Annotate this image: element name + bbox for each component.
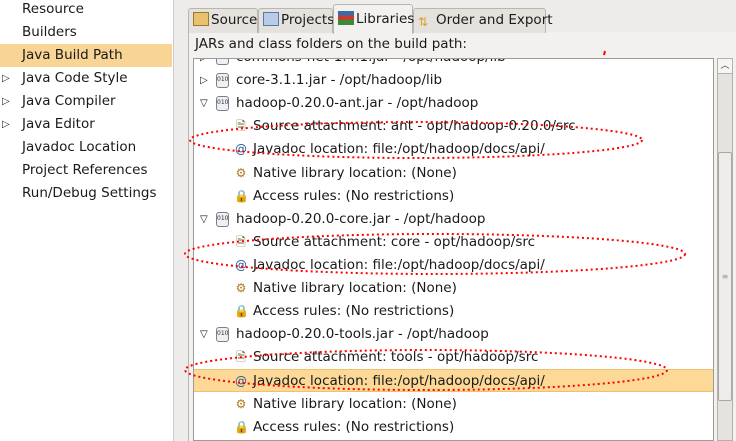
tree-item-label: hadoop-0.20.0-ant.jar - /opt/hadoop	[236, 95, 479, 112]
tree-item-label: Source attachment: tools - opt/hadoop/sr…	[253, 349, 539, 366]
jar-row[interactable]: ▽ 010 hadoop-0.20.0-ant.jar - /opt/hadoop	[194, 92, 713, 115]
tree-child-row[interactable]: 🔒 Access rules: (No restrictions)	[194, 300, 713, 323]
scroll-up-button[interactable]: ︿	[718, 59, 732, 74]
source-folder-icon	[193, 12, 209, 26]
access-rules-icon: 🔒	[234, 304, 249, 319]
tree-item-label: Access rules: (No restrictions)	[253, 187, 455, 204]
tree-child-row[interactable]: @ Javadoc location: file:/opt/hadoop/docs…	[194, 369, 713, 393]
scroll-thumb[interactable]: ≡	[718, 152, 732, 401]
tab-order-and-export[interactable]: ⇅ Order and Export	[413, 8, 553, 33]
sidebar-item-label: Java Compiler	[22, 93, 116, 109]
build-path-caption: JARs and class folders on the build path…	[195, 36, 467, 52]
collapse-arrow-icon[interactable]: ▽	[200, 208, 210, 231]
order-arrows-icon: ⇅	[418, 15, 429, 29]
tree-item-label: Javadoc location: file:/opt/hadoop/docs/…	[253, 373, 545, 390]
sidebar-item-java-editor[interactable]: ▷ Java Editor	[0, 113, 172, 136]
sidebar-item-builders[interactable]: Builders	[0, 21, 172, 44]
tree-child-row[interactable]: 🔒 Access rules: (No restrictions)	[194, 185, 713, 208]
tree-child-row[interactable]: 🗎 Source attachment: ant - opt/hadoop-0.2…	[194, 115, 713, 138]
sidebar-item-java-code-style[interactable]: ▷ Java Code Style	[0, 67, 172, 90]
tree-item-label: Native library location: (None)	[253, 164, 457, 181]
jar-icon: 010	[216, 96, 229, 112]
source-attachment-icon: 🗎	[236, 119, 246, 134]
javadoc-icon: @	[235, 142, 247, 157]
expand-arrow-icon[interactable]: ▷	[2, 113, 10, 136]
tab-source[interactable]: Source	[188, 8, 258, 33]
properties-sidebar: Resource Builders Java Build Path ▷ Java Cod…	[0, 0, 174, 441]
jar-icon: 010	[216, 327, 229, 343]
source-attachment-icon: 🗎	[236, 234, 246, 249]
jar-row[interactable]: ▷ 010 core-3.1.1.jar - /opt/hadoop/lib	[194, 69, 713, 92]
sidebar-item-java-build-path[interactable]: Java Build Path	[0, 44, 172, 67]
tree-item-label: commons-net-1.4.1.jar - /opt/hadoop/lib	[236, 59, 506, 69]
tree-item-label: core-3.1.1.jar - /opt/hadoop/lib	[236, 72, 443, 89]
tree-item-label: Source attachment: ant - opt/hadoop-0.20…	[253, 118, 576, 135]
jar-row[interactable]: ▽ 010 hadoop-0.20.0-core.jar - /opt/hadoop	[194, 208, 713, 231]
sidebar-item-label: Java Build Path	[22, 47, 123, 63]
libraries-tree[interactable]: ▷ 010 commons-net-1.4.1.jar - /opt/hadoop/…	[193, 58, 714, 441]
tree-item-label: Javadoc location: file:/opt/hadoop/docs/…	[253, 256, 545, 273]
expand-arrow-icon[interactable]: ▷	[200, 69, 210, 92]
sidebar-item-label: Project References	[22, 162, 148, 178]
expand-arrow-icon[interactable]: ▷	[200, 59, 210, 69]
native-library-icon: ⚙	[235, 396, 247, 411]
sidebar-item-label: Run/Debug Settings	[22, 185, 157, 201]
access-rules-icon: 🔒	[234, 419, 249, 434]
tree-child-row[interactable]: ⚙ Native library location: (None)	[194, 393, 713, 416]
sidebar-item-label: Resource	[22, 1, 84, 17]
expand-arrow-icon[interactable]: ▷	[2, 90, 10, 113]
jar-icon: 010	[216, 73, 229, 89]
jar-row[interactable]: ▽ 010 hadoop-0.20.0-tools.jar - /opt/hadoo…	[194, 323, 713, 346]
tree-child-row[interactable]: @ Javadoc location: file:/opt/hadoop/docs…	[194, 254, 713, 277]
tree-item-label: Access rules: (No restrictions)	[253, 418, 455, 435]
sidebar-item-java-compiler[interactable]: ▷ Java Compiler	[0, 90, 172, 113]
sidebar-item-project-references[interactable]: Project References	[0, 159, 172, 182]
tree-item-label: hadoop-0.20.0-tools.jar - /opt/hadoop	[236, 326, 489, 343]
sidebar-item-label: Builders	[22, 24, 77, 40]
javadoc-icon: @	[235, 257, 247, 272]
tab-projects[interactable]: Projects	[258, 8, 334, 33]
tree-child-row[interactable]: 🗎 Source attachment: core - opt/hadoop/sr…	[194, 231, 713, 254]
collapse-arrow-icon[interactable]: ▽	[200, 92, 210, 115]
jar-icon: 010	[216, 59, 229, 65]
source-attachment-icon: 🗎	[236, 350, 246, 365]
jar-icon: 010	[216, 211, 229, 227]
sidebar-item-javadoc-location[interactable]: Javadoc Location	[0, 136, 172, 159]
javadoc-icon: @	[235, 374, 247, 389]
access-rules-icon: 🔒	[234, 188, 249, 203]
native-library-icon: ⚙	[235, 165, 247, 180]
jar-row[interactable]: ▷ 010 commons-net-1.4.1.jar - /opt/hadoop/…	[194, 59, 713, 69]
tree-item-label: Native library location: (None)	[253, 280, 457, 296]
tab-libraries[interactable]: Libraries	[333, 4, 414, 34]
expand-arrow-icon[interactable]: ▷	[2, 67, 10, 90]
tree-child-row[interactable]: 🔒 Access rules: (No restrictions)	[194, 416, 713, 439]
tree-child-row[interactable]: ⚙ Native library location: (None)	[194, 162, 713, 185]
sidebar-item-label: Javadoc Location	[22, 139, 137, 155]
tree-item-label: hadoop-0.20.0-core.jar - /opt/hadoop	[236, 210, 486, 227]
tree-item-label: Access rules: (No restrictions)	[253, 303, 455, 320]
tree-scrollbar[interactable]: ︿ ≡	[717, 58, 733, 441]
sidebar-item-resource[interactable]: Resource	[0, 0, 172, 21]
tree-child-row[interactable]: ⚙ Native library location: (None)	[194, 277, 713, 300]
sidebar-item-label: Java Code Style	[22, 70, 128, 86]
tree-item-label: Javadoc location: file:/opt/hadoop/docs/…	[253, 141, 545, 158]
tree-child-row[interactable]: @ Javadoc location: file:/opt/hadoop/docs…	[194, 138, 713, 161]
libraries-icon	[338, 11, 354, 25]
tree-item-label: Native library location: (None)	[253, 395, 457, 412]
tree-item-label: Source attachment: core - opt/hadoop/src	[253, 233, 536, 250]
collapse-arrow-icon[interactable]: ▽	[200, 323, 210, 346]
tree-child-row[interactable]: 🗎 Source attachment: tools - opt/hadoop/s…	[194, 346, 713, 369]
sidebar-item-label: Java Editor	[22, 116, 95, 132]
projects-folder-icon	[263, 12, 279, 26]
native-library-icon: ⚙	[235, 281, 247, 295]
sidebar-item-run-debug-settings[interactable]: Run/Debug Settings	[0, 182, 172, 205]
